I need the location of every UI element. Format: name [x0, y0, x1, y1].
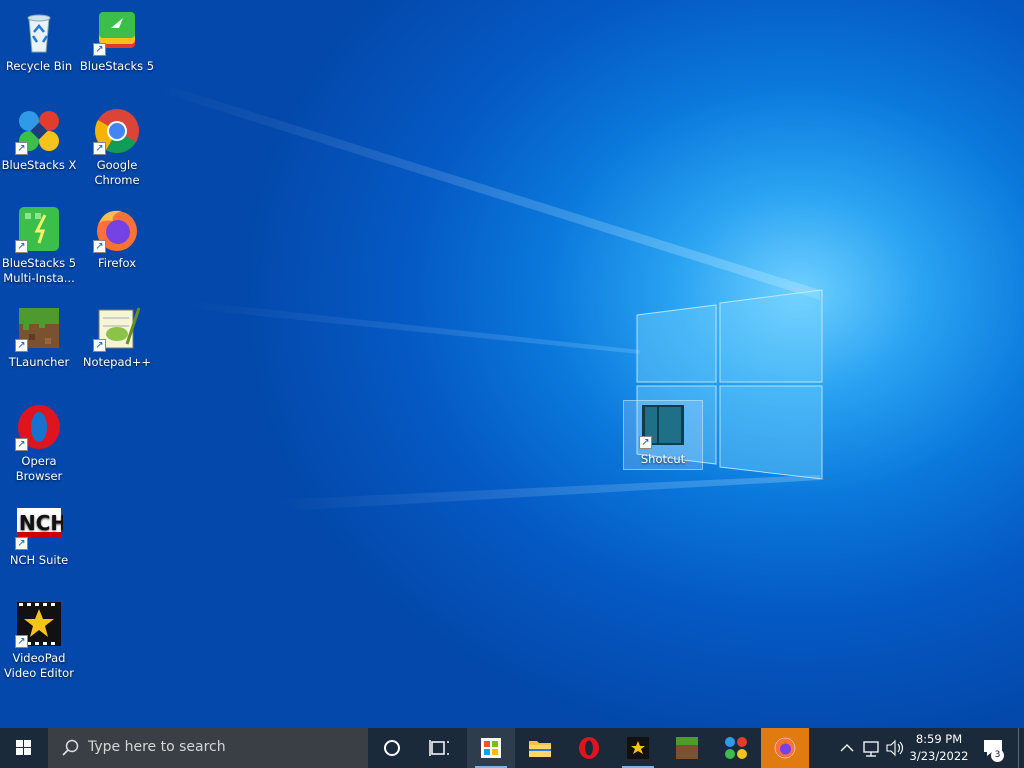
taskbar-opera[interactable] — [565, 728, 613, 768]
show-hidden-icons-button[interactable] — [836, 728, 858, 768]
desktop-icon-label: BlueStacks X — [1, 158, 77, 172]
network-icon — [863, 741, 879, 757]
nch-suite-icon: NCH ↗ — [15, 502, 67, 550]
desktop-icon-chrome[interactable]: ↗ Google Chrome — [78, 107, 156, 188]
shortcut-arrow-icon: ↗ — [15, 240, 28, 253]
chevron-up-icon — [840, 744, 854, 752]
desktop-icon-label: Opera Browser — [15, 454, 63, 483]
shortcut-arrow-icon: ↗ — [15, 635, 28, 648]
shortcut-arrow-icon: ↗ — [15, 339, 28, 352]
desktop-icon-bluestacks5-multi[interactable]: ↗ BlueStacks 5 Multi-Insta... — [0, 205, 78, 286]
shortcut-arrow-icon: ↗ — [93, 339, 106, 352]
taskbar-videopad[interactable] — [614, 728, 662, 768]
task-view-button[interactable] — [416, 728, 464, 768]
desktop-icon-tlauncher[interactable]: ↗ TLauncher — [0, 304, 78, 370]
taskbar-search-box[interactable]: Type here to search — [48, 728, 368, 768]
bluestacks-multi-instance-icon: ↗ — [15, 205, 63, 253]
shortcut-arrow-icon: ↗ — [93, 43, 106, 56]
taskbar-microsoft-store[interactable] — [467, 728, 515, 768]
opera-icon: ↗ — [15, 403, 63, 451]
desktop-icon-recycle-bin[interactable]: Recycle Bin — [0, 8, 78, 74]
bluestacks5-icon: ↗ — [93, 8, 141, 56]
start-button[interactable] — [0, 728, 48, 768]
desktop-icon-nch-suite[interactable]: NCH ↗ NCH Suite — [0, 502, 78, 568]
desktop-icon-label: Google Chrome — [94, 158, 140, 187]
shortcut-arrow-icon: ↗ — [15, 142, 28, 155]
desktop-icon-videopad[interactable]: ↗ VideoPad Video Editor — [0, 600, 78, 681]
search-icon — [62, 739, 79, 756]
tlauncher-icon — [676, 737, 698, 759]
recycle-bin-icon — [15, 8, 63, 56]
network-button[interactable] — [860, 728, 882, 768]
shortcut-arrow-icon: ↗ — [93, 142, 106, 155]
desktop-icon-notepadpp[interactable]: ↗ Notepad++ — [78, 304, 156, 370]
shotcut-icon: ↗ — [639, 401, 687, 449]
desktop-icon-label: VideoPad Video Editor — [4, 651, 74, 680]
desktop-icon-label: Recycle Bin — [5, 59, 73, 73]
cortana-button[interactable] — [368, 728, 416, 768]
taskbar-firefox[interactable] — [761, 728, 809, 768]
shortcut-arrow-icon: ↗ — [639, 436, 652, 449]
shortcut-arrow-icon: ↗ — [15, 438, 28, 451]
firefox-icon — [774, 737, 796, 759]
microsoft-store-icon — [481, 738, 501, 758]
notepadpp-icon: ↗ — [93, 304, 141, 352]
taskbar-file-explorer[interactable] — [516, 728, 564, 768]
taskbar-bluestacks-x[interactable] — [712, 728, 760, 768]
notifications-icon — [984, 740, 1002, 756]
task-view-icon — [429, 740, 449, 756]
opera-icon — [579, 737, 599, 759]
shortcut-arrow-icon: ↗ — [15, 537, 28, 550]
volume-button[interactable] — [884, 728, 906, 768]
taskbar: Type here to search 8:59 PM 3/23/2022 3 — [0, 728, 1024, 768]
bluestacks-x-icon: ↗ — [15, 107, 63, 155]
search-placeholder: Type here to search — [88, 739, 226, 755]
desktop-icon-label: NCH Suite — [9, 553, 69, 567]
desktop-icon-label: TLauncher — [8, 355, 70, 369]
desktop-icon-label: Notepad++ — [82, 355, 152, 369]
clock-date: 3/23/2022 — [909, 749, 969, 763]
desktop-icon-label: BlueStacks 5 — [79, 59, 155, 73]
bluestacks-x-icon — [725, 737, 747, 759]
chrome-icon: ↗ — [93, 107, 141, 155]
desktop-icon-opera[interactable]: ↗ Opera Browser — [0, 403, 78, 484]
desktop-icon-firefox[interactable]: ↗ Firefox — [78, 205, 156, 271]
action-center-button[interactable]: 3 — [976, 728, 1010, 768]
notification-count-badge: 3 — [991, 749, 1004, 762]
desktop-icon-bluestacks5[interactable]: ↗ BlueStacks 5 — [78, 8, 156, 74]
firefox-icon: ↗ — [93, 205, 141, 253]
desktop-icon-shotcut[interactable]: ↗ Shotcut — [623, 400, 703, 470]
svg-text:NCH: NCH — [19, 511, 63, 535]
desktop-icon-bluestacks-x[interactable]: ↗ BlueStacks X — [0, 107, 78, 173]
cortana-icon — [384, 740, 400, 756]
clock-time: 8:59 PM — [915, 732, 963, 746]
videopad-icon — [627, 737, 649, 759]
taskbar-tlauncher[interactable] — [663, 728, 711, 768]
show-desktop-button[interactable] — [1018, 728, 1024, 768]
tlauncher-grass-block-icon: ↗ — [15, 304, 63, 352]
desktop-icon-label: BlueStacks 5 Multi-Insta... — [1, 256, 77, 285]
desktop-icon-label: Shotcut — [640, 452, 686, 466]
desktop-icon-label: Firefox — [97, 256, 137, 270]
videopad-icon: ↗ — [15, 600, 63, 648]
file-explorer-icon — [529, 741, 551, 757]
windows-start-icon — [16, 740, 31, 755]
clock[interactable]: 8:59 PM 3/23/2022 — [908, 728, 970, 768]
speaker-icon — [886, 739, 904, 757]
shortcut-arrow-icon: ↗ — [93, 240, 106, 253]
